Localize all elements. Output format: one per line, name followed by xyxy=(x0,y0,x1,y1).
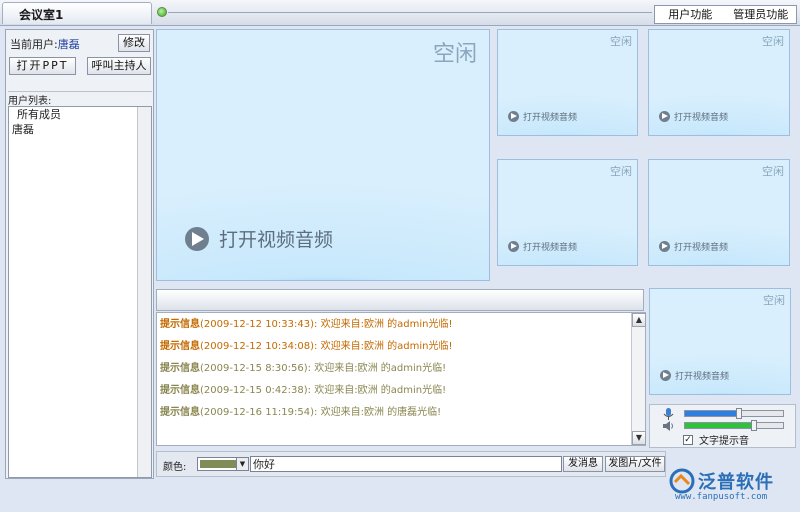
arrow-right-icon xyxy=(508,241,519,252)
log-message-time: (2009-12-16 11:19:54): xyxy=(200,407,318,418)
call-host-button[interactable]: 呼叫主持人 xyxy=(87,57,151,75)
chevron-down-icon[interactable]: ▼ xyxy=(236,458,248,470)
video-tile[interactable]: 空闲 打开视频音频 xyxy=(648,29,790,136)
microphone-volume-thumb[interactable] xyxy=(735,408,742,419)
open-video-link[interactable]: 打开视频音频 xyxy=(508,110,577,123)
user-list-header: 用户列表: xyxy=(8,91,152,107)
logo-brand-text: 泛普软件 xyxy=(698,472,774,493)
edit-user-button[interactable]: 修改 xyxy=(118,34,150,52)
user-list-scrollbar[interactable] xyxy=(137,107,151,477)
color-label: 颜色: xyxy=(163,462,187,473)
message-input[interactable] xyxy=(250,456,562,472)
video-tile[interactable]: 空闲 打开视频音频 xyxy=(649,288,791,395)
log-message-text: 欢迎来自:欧洲 的唐磊光临! xyxy=(320,407,442,418)
current-user: 当前用户:唐磊 xyxy=(10,36,80,52)
speaker-volume-thumb[interactable] xyxy=(750,420,757,431)
log-message: 提示信息(2009-12-15 0:42:38): 欢迎来自:欧洲 的admin… xyxy=(160,381,446,396)
open-ppt-button[interactable]: 打开PPT xyxy=(9,57,76,75)
list-item[interactable]: 所有成员 xyxy=(9,107,151,122)
open-video-label: 打开视频音频 xyxy=(219,229,334,251)
arrow-right-icon xyxy=(659,111,670,122)
video-tile[interactable]: 空闲 打开视频音频 xyxy=(497,159,638,266)
log-message-tag: 提示信息 xyxy=(160,363,200,374)
open-video-link[interactable]: 打开视频音频 xyxy=(660,369,729,382)
video-status: 空闲 xyxy=(763,294,785,307)
color-swatch xyxy=(200,460,236,468)
menu-user-functions[interactable]: 用户功能 xyxy=(655,6,726,23)
color-picker[interactable]: ▼ xyxy=(197,457,249,471)
message-log-scrollbar[interactable]: ▲ ▼ xyxy=(631,313,646,445)
log-message-text: 欢迎来自:欧洲 的admin光临! xyxy=(320,319,453,330)
video-status: 空闲 xyxy=(610,165,632,178)
log-message-time: (2009-12-12 10:33:43): xyxy=(200,319,318,330)
speaker-volume-slider[interactable] xyxy=(684,420,784,431)
speaker-volume-fill xyxy=(685,423,754,428)
text-hint-option[interactable]: ✓ 文字提示音 xyxy=(683,432,749,447)
arrow-right-icon xyxy=(185,226,209,251)
open-video-link[interactable]: 打开视频音频 xyxy=(659,240,728,253)
audio-controls: ✓ 文字提示音 xyxy=(649,404,796,448)
logo-site-text: www.fanpusoft.com xyxy=(675,492,768,502)
main-video-panel[interactable]: 空闲 打开视频音频 xyxy=(156,29,490,281)
open-video-label: 打开视频音频 xyxy=(523,113,578,123)
arrow-right-icon xyxy=(508,111,519,122)
video-status: 空闲 xyxy=(432,42,477,67)
log-message: 提示信息(2009-12-15 8:30:56): 欢迎来自:欧洲 的admin… xyxy=(160,359,446,374)
log-message-text: 欢迎来自:欧洲 的admin光临! xyxy=(320,341,453,352)
left-panel: 当前用户:唐磊 修改 打开PPT 呼叫主持人 用户列表: 所有成员 唐磊 xyxy=(5,29,154,479)
scroll-up-icon[interactable]: ▲ xyxy=(632,313,646,327)
open-video-label: 打开视频音频 xyxy=(674,243,729,253)
open-video-link[interactable]: 打开视频音频 xyxy=(659,110,728,123)
open-video-link[interactable]: 打开视频音频 xyxy=(508,240,577,253)
log-message: 提示信息(2009-12-16 11:19:54): 欢迎来自:欧洲 的唐磊光临… xyxy=(160,403,441,418)
scroll-down-icon[interactable]: ▼ xyxy=(632,431,646,445)
current-user-name: 唐磊 xyxy=(57,38,80,51)
microphone-volume-fill xyxy=(685,411,739,416)
brand-logo: 泛普软件 www.fanpusoft.com xyxy=(665,468,795,504)
user-list[interactable]: 所有成员 唐磊 xyxy=(8,106,152,478)
current-user-label: 当前用户: xyxy=(10,38,58,51)
message-log-header xyxy=(156,289,644,311)
message-input-bar: 颜色: ▼ 发消息 发图片/文件 xyxy=(156,451,666,477)
log-message-time: (2009-12-12 10:34:08): xyxy=(200,341,318,352)
video-tile[interactable]: 空闲 打开视频音频 xyxy=(648,159,790,266)
connection-status-icon xyxy=(157,7,167,17)
log-message-tag: 提示信息 xyxy=(160,407,200,418)
list-item[interactable]: 唐磊 xyxy=(9,122,151,137)
message-log[interactable]: 提示信息(2009-12-12 10:33:43): 欢迎来自:欧洲 的admi… xyxy=(156,312,646,446)
logo-mark-icon xyxy=(669,468,695,494)
video-status: 空闲 xyxy=(762,35,784,48)
divider xyxy=(168,12,652,13)
send-message-button[interactable]: 发消息 xyxy=(563,456,603,472)
title-bar: 会议室1 用户功能 管理员功能 xyxy=(0,0,800,26)
text-hint-checkbox[interactable]: ✓ xyxy=(683,434,693,445)
send-file-button[interactable]: 发图片/文件 xyxy=(605,456,665,472)
log-message-tag: 提示信息 xyxy=(160,319,200,330)
video-status: 空闲 xyxy=(610,35,632,48)
open-video-label: 打开视频音频 xyxy=(674,113,729,123)
log-message-time: (2009-12-15 8:30:56): xyxy=(200,363,312,374)
video-tile[interactable]: 空闲 打开视频音频 xyxy=(497,29,638,136)
log-message: 提示信息(2009-12-12 10:34:08): 欢迎来自:欧洲 的admi… xyxy=(160,337,452,352)
log-message-tag: 提示信息 xyxy=(160,385,200,396)
menu-admin-functions[interactable]: 管理员功能 xyxy=(726,6,797,23)
text-hint-label: 文字提示音 xyxy=(699,436,749,447)
open-video-label: 打开视频音频 xyxy=(675,372,730,382)
room-tab[interactable]: 会议室1 xyxy=(2,2,152,24)
microphone-volume-slider[interactable] xyxy=(684,408,784,419)
log-message-tag: 提示信息 xyxy=(160,341,200,352)
video-status: 空闲 xyxy=(762,165,784,178)
log-message: 提示信息(2009-12-12 10:33:43): 欢迎来自:欧洲 的admi… xyxy=(160,315,452,330)
log-message-time: (2009-12-15 0:42:38): xyxy=(200,385,312,396)
open-video-link[interactable]: 打开视频音频 xyxy=(185,225,333,252)
speaker-icon xyxy=(663,421,673,431)
arrow-right-icon xyxy=(660,370,671,381)
open-video-label: 打开视频音频 xyxy=(523,243,578,253)
arrow-right-icon xyxy=(659,241,670,252)
log-message-text: 欢迎来自:欧洲 的admin光临! xyxy=(314,363,447,374)
log-message-text: 欢迎来自:欧洲 的admin光临! xyxy=(314,385,447,396)
menu-bar: 用户功能 管理员功能 xyxy=(654,5,797,24)
